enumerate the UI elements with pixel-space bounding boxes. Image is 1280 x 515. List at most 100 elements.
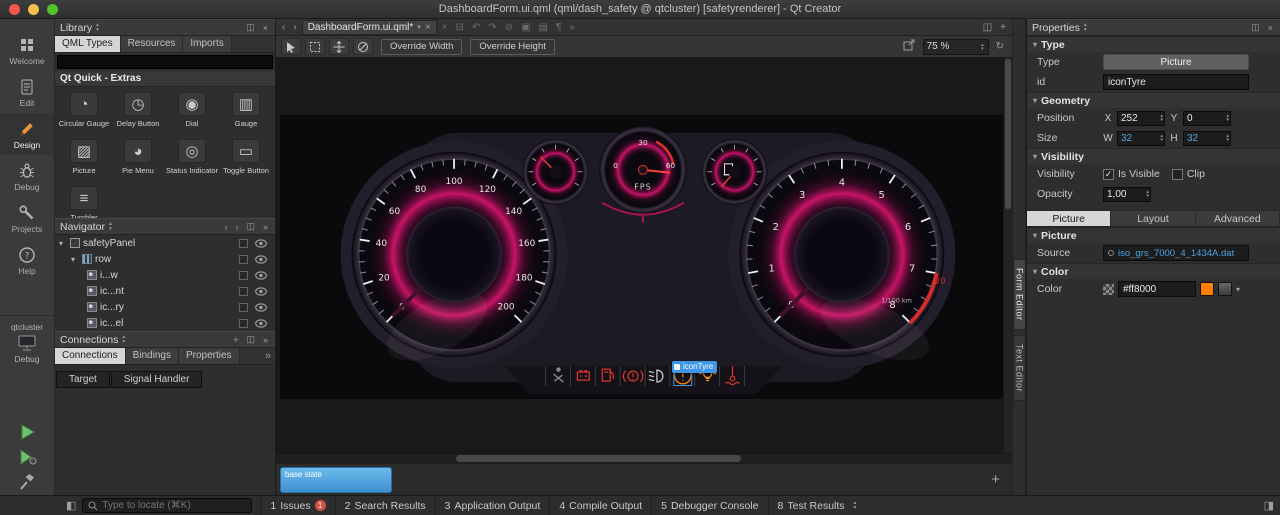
panel-combo-icon[interactable]: ▴▾ <box>1084 23 1087 32</box>
visibility-eye-icon[interactable] <box>255 303 269 312</box>
picture-section-header[interactable]: ▾Picture <box>1027 227 1280 243</box>
tab-imports[interactable]: Imports <box>183 36 231 52</box>
export-checkbox[interactable] <box>239 319 248 328</box>
add-split-icon[interactable]: + <box>997 22 1009 33</box>
tab-layout[interactable]: Layout <box>1111 211 1195 226</box>
close-window-button[interactable] <box>9 4 20 15</box>
build-hammer-button[interactable] <box>16 472 38 492</box>
panel-combo-icon[interactable]: ▴▾ <box>122 335 125 344</box>
visibility-section-header[interactable]: ▾Visibility <box>1027 148 1280 164</box>
library-item-picture[interactable]: ▨Picture <box>57 136 111 183</box>
locator-input[interactable] <box>102 500 242 511</box>
export-checkbox[interactable] <box>239 287 248 296</box>
tab-picture[interactable]: Picture <box>1027 211 1111 226</box>
tab-connections[interactable]: Connections <box>55 348 126 364</box>
overflow-icon[interactable]: » <box>261 348 275 364</box>
tab-properties-dynamic[interactable]: Properties <box>179 348 240 364</box>
expand-arrow-icon[interactable]: ▾ <box>59 239 67 248</box>
close-panel-icon[interactable]: × <box>1266 23 1275 33</box>
mode-welcome[interactable]: Welcome <box>0 29 54 71</box>
navigator-item-icon3[interactable]: ic...ry <box>55 299 275 315</box>
split-panel-icon[interactable]: ◫ <box>1249 22 1262 33</box>
reset-zoom-icon[interactable]: ↻ <box>993 41 1007 52</box>
navigator-item-safetypanel[interactable]: ▾ safetyPanel <box>55 235 275 251</box>
type-value-button[interactable]: Picture <box>1103 54 1249 70</box>
library-filter-input[interactable] <box>57 55 273 69</box>
library-item-gauge[interactable]: ▥Gauge <box>219 89 273 136</box>
library-section-header[interactable]: Qt Quick - Extras <box>55 71 275 87</box>
library-item-pie-menu[interactable]: ◕Pie Menu <box>111 136 165 183</box>
output-pane-test-results[interactable]: 8Test Results <box>769 496 854 515</box>
output-pane-compile-output[interactable]: 4Compile Output <box>550 496 651 515</box>
output-pane-search-results[interactable]: 2Search Results <box>336 496 435 515</box>
debug-run-button[interactable] <box>16 447 38 467</box>
tab-resources[interactable]: Resources <box>121 36 184 52</box>
size-w-spinbox[interactable]: 32▴▾ <box>1117 131 1165 146</box>
visibility-eye-icon[interactable] <box>255 239 269 248</box>
library-item-delay-button[interactable]: ◷Delay Button <box>111 89 165 136</box>
navigator-item-icon1[interactable]: i...w <box>55 267 275 283</box>
output-pane-application-output[interactable]: 3Application Output <box>436 496 550 515</box>
library-item-toggle-button[interactable]: ▭Toggle Button <box>219 136 273 183</box>
move-down-icon[interactable]: › <box>233 222 240 232</box>
redo-icon[interactable]: ↷ <box>485 22 499 33</box>
readonly-icon[interactable]: ⊘ <box>502 22 516 33</box>
color-checker-icon[interactable] <box>1103 284 1114 295</box>
binding-dot-icon[interactable] <box>1108 250 1114 256</box>
close-panel-icon[interactable]: × <box>261 23 270 33</box>
chevron-down-icon[interactable]: ▾ <box>417 23 421 31</box>
split-panel-icon[interactable]: ◫ <box>244 221 257 232</box>
target-column-header[interactable]: Target <box>56 371 110 388</box>
zoom-stepper[interactable]: ▴▾ <box>981 43 985 51</box>
chevron-down-icon[interactable]: ▾ <box>1236 285 1240 294</box>
toggle-left-sidebar-icon[interactable]: ◧ <box>60 499 82 512</box>
base-state-item[interactable]: base state <box>280 467 392 493</box>
overflow-icon[interactable]: » <box>261 222 270 232</box>
overflow-icon[interactable]: » <box>566 22 578 33</box>
library-item-circular-gauge[interactable]: ◔Circular Gauge <box>57 89 111 136</box>
go-forward-icon[interactable]: › <box>290 22 299 33</box>
size-h-spinbox[interactable]: 32▴▾ <box>1183 131 1231 146</box>
close-document-icon[interactable]: × <box>439 22 451 33</box>
paragraph-icon[interactable]: ¶ <box>553 22 564 33</box>
small-gauge-right[interactable] <box>702 139 768 205</box>
kit-selector[interactable]: qtcluster Debug <box>0 315 54 364</box>
navigator-item-row[interactable]: ▾ row <box>55 251 275 267</box>
color-swatch[interactable] <box>1200 282 1214 296</box>
split-panel-icon[interactable]: ◫ <box>244 22 257 33</box>
geometry-section-header[interactable]: ▾Geometry <box>1027 92 1280 108</box>
design-canvas[interactable]: 020406080100120140160180200 012345678 <box>276 58 1012 453</box>
move-up-icon[interactable]: ‹ <box>222 222 229 232</box>
snap-tool-button[interactable] <box>353 38 373 55</box>
panel-combo-icon[interactable]: ▴▾ <box>96 23 99 32</box>
small-gauge-left[interactable] <box>523 139 589 205</box>
copy-icon[interactable]: ▣ <box>518 22 533 33</box>
library-item-tumbler[interactable]: ≡Tumbler <box>57 183 111 218</box>
type-section-header[interactable]: ▾Type <box>1027 36 1280 52</box>
color-input[interactable]: #ff8000 <box>1118 281 1196 297</box>
override-width-button[interactable]: Override Width <box>381 39 462 55</box>
minimize-window-button[interactable] <box>28 4 39 15</box>
mode-edit[interactable]: Edit <box>0 71 54 113</box>
split-editor-icon[interactable]: ◫ <box>980 22 995 33</box>
output-pane-expand-icon[interactable]: ▴▾ <box>854 501 857 510</box>
visibility-eye-icon[interactable] <box>255 255 269 264</box>
position-y-spinbox[interactable]: 0▴▾ <box>1183 111 1231 126</box>
split-panel-icon[interactable]: ◫ <box>244 334 257 345</box>
paste-icon[interactable]: ▤ <box>536 22 551 33</box>
document-tab[interactable]: DashboardForm.ui.qml* ▾ × <box>302 20 437 35</box>
color-section-header[interactable]: ▾Color <box>1027 263 1280 279</box>
mode-debug[interactable]: Debug <box>0 155 54 197</box>
expand-arrow-icon[interactable]: ▾ <box>71 255 79 264</box>
text-editor-tab[interactable]: Text Editor <box>1013 335 1026 401</box>
panel-combo-icon[interactable]: ▴▾ <box>109 222 112 231</box>
overflow-icon[interactable]: » <box>261 335 270 345</box>
add-state-button[interactable]: + <box>991 471 1000 488</box>
locator-field[interactable] <box>82 498 252 513</box>
source-input[interactable]: iso_grs_7000_4_1434A.dat <box>1103 245 1249 261</box>
move-tool-button[interactable] <box>329 38 349 55</box>
output-pane-debugger-console[interactable]: 5Debugger Console <box>652 496 767 515</box>
undo-icon[interactable]: ↶ <box>469 22 483 33</box>
opacity-spinbox[interactable]: 1,00▴▾ <box>1103 187 1151 202</box>
go-back-icon[interactable]: ‹ <box>279 22 288 33</box>
